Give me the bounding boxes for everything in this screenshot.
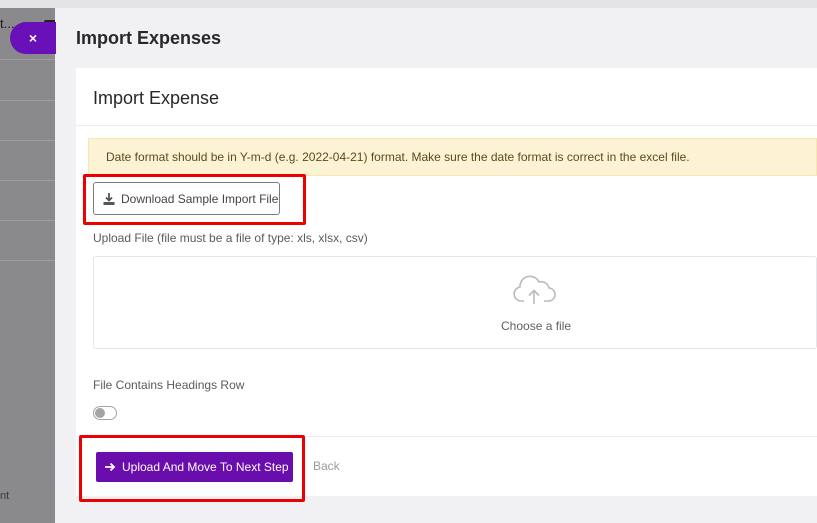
card-title: Import Expense — [93, 88, 220, 108]
sidebar-divider — [0, 140, 55, 141]
drawer-title: Import Expenses — [76, 28, 222, 48]
highlight-download-box — [83, 174, 306, 225]
sidebar-divider — [0, 260, 55, 261]
sidebar-divider — [0, 220, 55, 221]
choose-file-text: Choose a file — [501, 319, 572, 333]
toggle-knob — [95, 408, 105, 418]
sidebar-footer-fragment: nt — [0, 490, 10, 502]
cloud-upload-icon — [513, 275, 556, 304]
back-link[interactable]: Back — [313, 459, 340, 473]
import-card: Import Expense Date format should be in … — [76, 68, 817, 496]
file-dropzone[interactable]: Choose a file — [93, 256, 817, 349]
sidebar-divider — [0, 180, 55, 181]
card-divider — [76, 125, 817, 126]
sidebar-divider — [0, 100, 55, 101]
background-sidebar: t... nt — [0, 8, 55, 523]
close-drawer-button[interactable]: × — [10, 22, 56, 54]
highlight-upload-box — [79, 435, 305, 502]
headings-row-toggle[interactable] — [93, 406, 117, 420]
headings-row-label: File Contains Headings Row — [93, 378, 245, 392]
date-format-alert: Date format should be in Y-m-d (e.g. 202… — [88, 138, 817, 176]
upload-file-label: Upload File (file must be a file of type… — [93, 231, 368, 245]
close-icon: × — [28, 30, 38, 46]
top-bar — [0, 0, 817, 8]
sidebar-divider — [0, 59, 55, 60]
alert-text: Date format should be in Y-m-d (e.g. 202… — [106, 150, 690, 164]
